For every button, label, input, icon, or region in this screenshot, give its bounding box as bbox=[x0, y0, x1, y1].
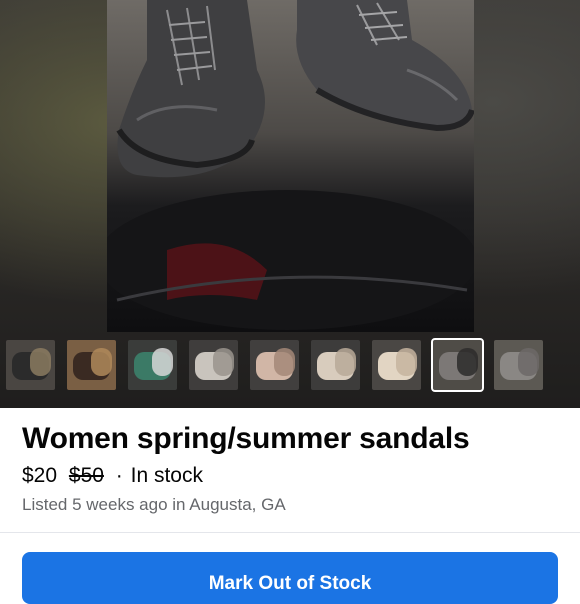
divider bbox=[0, 532, 580, 533]
original-price: $50 bbox=[68, 464, 104, 487]
gallery-thumbnail[interactable] bbox=[372, 340, 421, 390]
listing-info: Women spring/summer sandals $20 $50 · In… bbox=[0, 408, 580, 604]
gallery-thumbnail[interactable] bbox=[128, 340, 177, 390]
mark-out-of-stock-button[interactable]: Mark Out of Stock bbox=[22, 552, 558, 604]
boots-photo-illustration bbox=[107, 0, 474, 330]
price-row: $20 $50 · In stock bbox=[22, 464, 203, 488]
thumbnail-shoe-accent bbox=[152, 348, 173, 376]
thumbnail-shoe-accent bbox=[335, 348, 356, 376]
thumbnail-shoe-accent bbox=[457, 348, 478, 376]
gallery-thumbnail[interactable] bbox=[494, 340, 543, 390]
thumbnail-shoe-accent bbox=[91, 348, 112, 376]
listing-title: Women spring/summer sandals bbox=[22, 422, 470, 455]
listing-price: $20 bbox=[22, 464, 58, 487]
gallery-thumbnail[interactable] bbox=[6, 340, 55, 390]
thumbnail-shoe-accent bbox=[396, 348, 417, 376]
thumbnail-shoe-accent bbox=[30, 348, 51, 376]
listing-meta: Listed 5 weeks ago in Augusta, GA bbox=[22, 495, 286, 514]
thumbnail-shoe-accent bbox=[213, 348, 234, 376]
gallery-thumbnail[interactable] bbox=[189, 340, 238, 390]
gallery-thumbnail[interactable] bbox=[311, 340, 360, 390]
photo-viewer bbox=[0, 0, 580, 408]
price-separator: · bbox=[115, 464, 123, 487]
gallery-thumbnail[interactable] bbox=[431, 338, 484, 392]
thumbnail-shoe-accent bbox=[518, 348, 539, 376]
main-listing-photo[interactable] bbox=[107, 0, 474, 332]
gallery-thumbnail[interactable] bbox=[67, 340, 116, 390]
thumbnail-strip bbox=[0, 338, 580, 400]
stock-status: In stock bbox=[130, 464, 203, 487]
gallery-thumbnail[interactable] bbox=[250, 340, 299, 390]
thumbnail-shoe-accent bbox=[274, 348, 295, 376]
